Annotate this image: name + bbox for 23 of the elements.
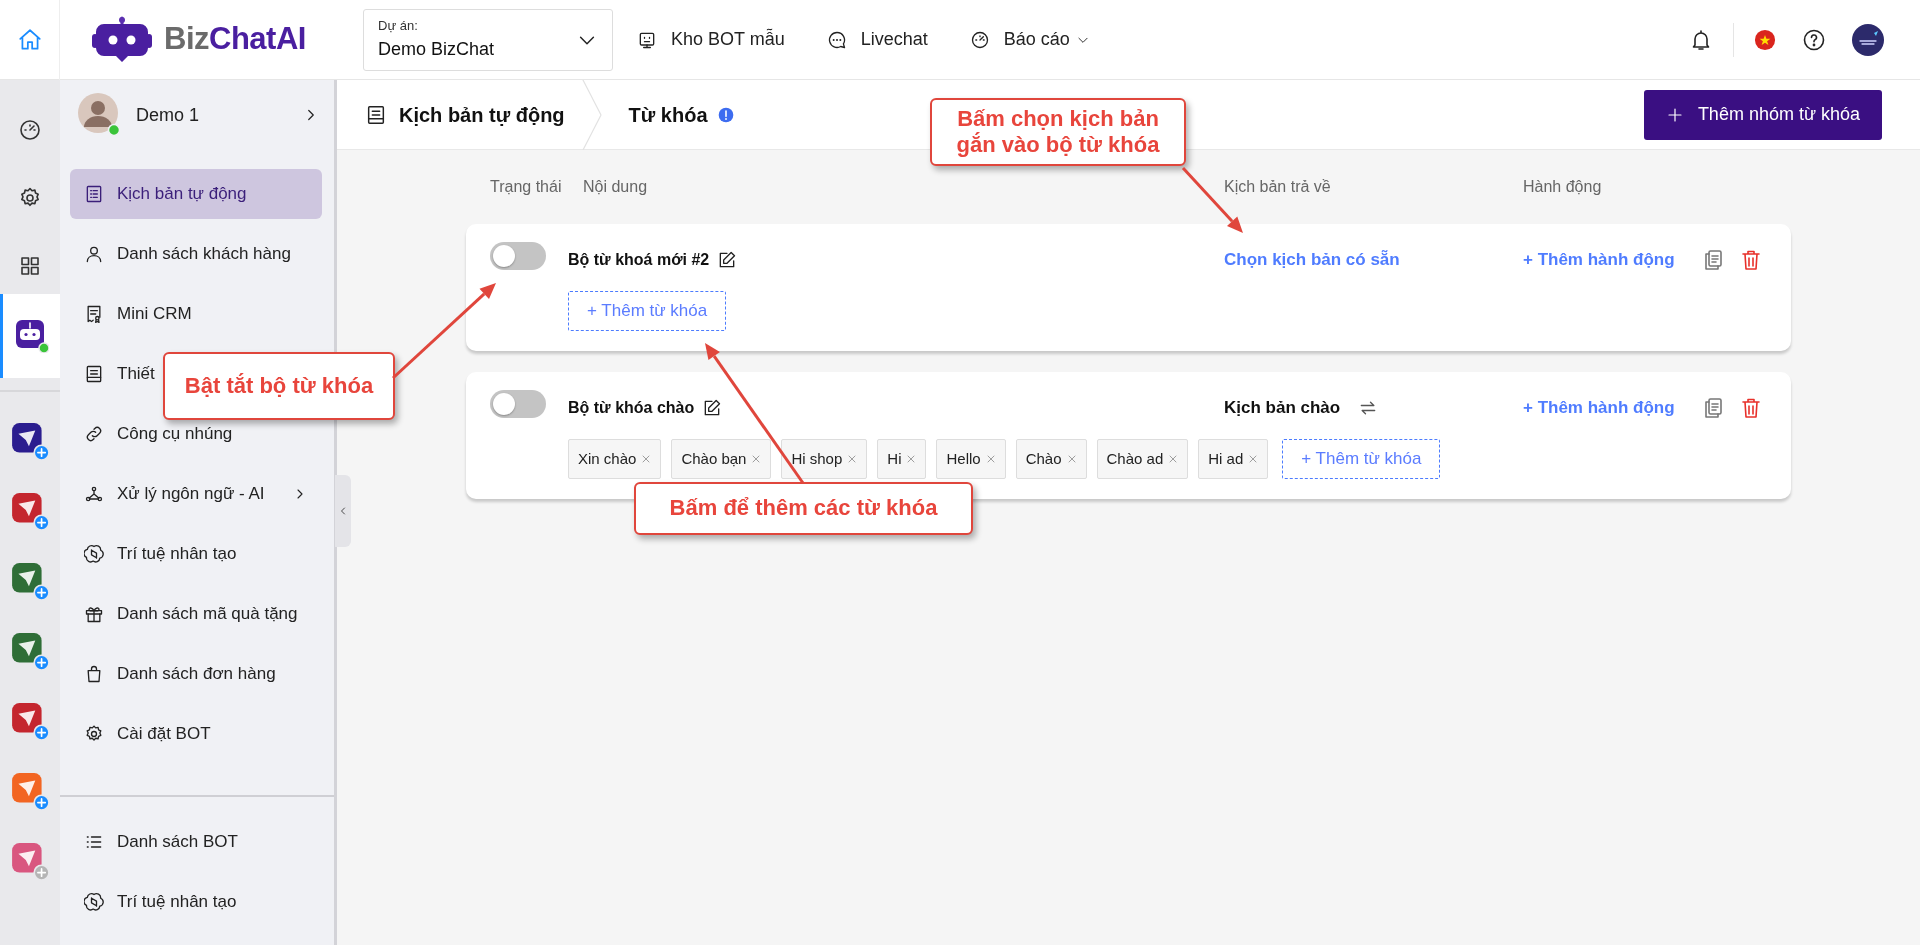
group-name: Bộ từ khóa chào [568, 397, 695, 418]
column-header: Nội dung [582, 178, 648, 195]
script-name: Kịch bản chào [1224, 396, 1341, 419]
group-name: Bộ từ khoá mới #2 [568, 249, 710, 270]
keyword-tag: Hello [936, 439, 1006, 479]
breadcrumb-item: Từ khóa [628, 102, 708, 128]
column-header: Kịch bản trả về [1224, 178, 1331, 195]
annotation-tooltip: Bấm chọn kịch bản gắn vào bộ từ khóa [930, 98, 1186, 166]
keyword-tag: Chào ad [1096, 439, 1189, 479]
annotation-tooltip: Bấm để thêm các từ khóa [634, 482, 973, 535]
keyword-tag: Hi shop [781, 439, 868, 479]
keyword-tag: Hi [877, 439, 927, 479]
column-header: Trạng thái [490, 178, 562, 195]
keyword-tag: Hi ad [1198, 439, 1269, 479]
field-value: Demo BizChat [378, 37, 495, 61]
keyword-tag: Chào bạn [671, 439, 772, 479]
keyword-tag: Chào [1015, 439, 1087, 479]
keyword-tag: Xin chào [568, 439, 662, 479]
annotation-tooltip: Bật tắt bộ từ khóa [163, 352, 395, 420]
field-label: Dự án: [378, 17, 419, 36]
logo-text: BizChatAI [164, 20, 306, 59]
user-name: Demo 1 [136, 103, 201, 127]
column-header: Hành động [1523, 178, 1602, 195]
